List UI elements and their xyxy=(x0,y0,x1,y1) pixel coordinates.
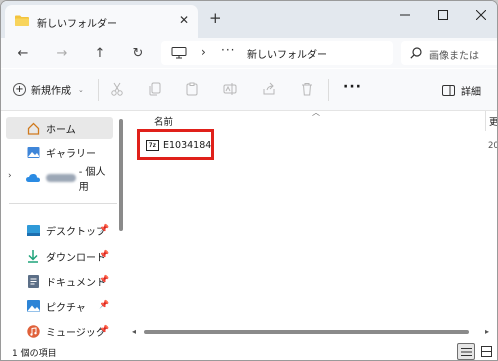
pin-icon: 📌 xyxy=(99,275,109,284)
tab-current-folder[interactable]: 新しいフォルダー ✕ xyxy=(5,5,198,38)
column-divider[interactable] xyxy=(485,111,486,131)
tab-close-button[interactable]: ✕ xyxy=(179,13,189,27)
tab-title: 新しいフォルダー xyxy=(37,19,117,30)
gallery-icon xyxy=(26,145,40,159)
address-row: ← → ↑ ↻ › ··· 新しいフォルダー 画像または xyxy=(1,38,497,68)
back-button[interactable]: ← xyxy=(14,44,32,62)
chevron-down-icon: ⌄ xyxy=(78,85,84,94)
sidebar-item-documents[interactable]: ドキュメント 📌 xyxy=(6,270,113,292)
divider xyxy=(328,79,329,101)
computer-icon xyxy=(171,47,187,59)
redacted-name xyxy=(46,174,76,182)
sidebar-divider xyxy=(9,203,117,204)
file-explorer-window: 新しいフォルダー ✕ + ← → ↑ ↻ › ··· 新しいフォルダー 画像また… xyxy=(0,0,498,361)
breadcrumb-current[interactable]: 新しいフォルダー xyxy=(247,46,327,61)
sidebar-item-music[interactable]: ミュージック 📌 xyxy=(6,320,113,342)
sidebar-item-label: ギャラリー xyxy=(46,148,96,160)
pictures-icon xyxy=(26,299,40,313)
breadcrumb-chevron[interactable]: › xyxy=(201,45,206,59)
delete-button[interactable] xyxy=(299,81,315,97)
sidebar-item-label: ドキュメント xyxy=(46,277,106,289)
new-tab-button[interactable]: + xyxy=(209,9,222,27)
sidebar-item-downloads[interactable]: ダウンロード 📌 xyxy=(6,245,113,267)
trash-icon xyxy=(302,83,312,96)
sidebar-item-desktop[interactable]: デスクトップ 📌 xyxy=(6,219,113,241)
more-options-button[interactable]: ··· xyxy=(343,79,362,95)
list-view-icon xyxy=(460,347,472,356)
share-button[interactable] xyxy=(261,81,277,97)
sidebar-item-onedrive[interactable]: - 個人用 xyxy=(6,167,113,193)
up-button[interactable]: ↑ xyxy=(91,44,109,62)
paste-icon xyxy=(186,82,198,96)
new-button-label: 新規作成 xyxy=(31,86,71,97)
column-header-modified[interactable]: 更 xyxy=(489,114,497,128)
paste-button[interactable] xyxy=(184,81,200,97)
cut-icon xyxy=(111,82,123,96)
copy-icon xyxy=(149,82,161,96)
navigation-pane: ホーム ギャラリー › - 個人用 デスクトップ 📌 ダウンロード 📌 ドキュメ… xyxy=(1,111,123,341)
sidebar-item-gallery[interactable]: ギャラリー xyxy=(6,141,113,163)
copy-button[interactable] xyxy=(147,81,163,97)
column-header-name[interactable]: 名前 xyxy=(154,114,173,128)
sidebar-item-pictures[interactable]: ピクチャ 📌 xyxy=(6,295,113,317)
sort-ascending-icon: ︿ xyxy=(312,108,320,117)
search-placeholder: 画像または xyxy=(429,51,479,62)
sidebar-item-label: ホーム xyxy=(46,124,76,136)
search-icon xyxy=(410,47,422,59)
minimize-icon xyxy=(400,14,410,16)
details-pane-icon xyxy=(442,85,455,96)
pin-icon: 📌 xyxy=(99,325,109,334)
details-pane-button[interactable]: 詳細 xyxy=(442,83,481,98)
close-icon xyxy=(476,10,486,20)
item-count: 1 個の項目 xyxy=(12,349,57,359)
annotation-highlight-box xyxy=(137,129,214,160)
breadcrumb-more[interactable]: ··· xyxy=(221,43,235,57)
details-view-button[interactable] xyxy=(457,343,475,360)
music-icon xyxy=(26,324,40,338)
cut-button[interactable] xyxy=(109,81,125,97)
rename-button[interactable] xyxy=(222,81,238,97)
sidebar-item-label: ピクチャ xyxy=(46,302,86,314)
pin-icon: 📌 xyxy=(99,250,109,259)
divider xyxy=(98,79,99,101)
pin-icon: 📌 xyxy=(99,224,109,233)
refresh-button[interactable]: ↻ xyxy=(129,44,147,62)
horizontal-scrollbar[interactable] xyxy=(144,330,469,334)
desktop-icon xyxy=(26,223,40,237)
sidebar-item-home[interactable]: ホーム xyxy=(6,117,113,139)
sidebar-item-label: - 個人用 xyxy=(78,167,106,193)
pin-icon: 📌 xyxy=(99,300,109,309)
tiles-view-icon xyxy=(480,346,492,357)
folder-icon xyxy=(15,15,29,26)
new-button[interactable]: + 新規作成 ⌄ xyxy=(13,82,84,97)
forward-button[interactable]: → xyxy=(53,44,71,62)
close-window-button[interactable] xyxy=(461,1,497,29)
scroll-right-arrow[interactable]: ▸ xyxy=(485,327,489,336)
documents-icon xyxy=(26,274,40,288)
scroll-left-arrow[interactable]: ◂ xyxy=(132,327,136,336)
tiles-view-button[interactable] xyxy=(477,343,495,360)
status-bar: 1 個の項目 xyxy=(1,341,497,360)
title-bar: 新しいフォルダー ✕ + xyxy=(1,1,497,38)
maximize-button[interactable] xyxy=(423,1,463,29)
share-icon xyxy=(263,82,275,95)
minimize-button[interactable] xyxy=(385,1,425,29)
plus-icon: + xyxy=(13,83,26,96)
rename-icon xyxy=(223,83,237,95)
sidebar-item-label: デスクトップ xyxy=(46,226,106,238)
address-bar[interactable]: › ··· 新しいフォルダー xyxy=(161,41,393,65)
search-box[interactable]: 画像または xyxy=(401,41,497,65)
sidebar-item-label: ダウンロード xyxy=(46,252,106,264)
maximize-icon xyxy=(438,10,448,20)
sidebar-item-label: ミュージック xyxy=(46,327,106,339)
home-icon xyxy=(26,121,40,135)
download-icon xyxy=(26,249,40,263)
file-modified-date: 20 xyxy=(488,141,498,151)
navigation-pane-scrollbar[interactable] xyxy=(119,119,123,231)
details-label: 詳細 xyxy=(461,87,481,98)
command-bar: + 新規作成 ⌄ ··· 詳細 xyxy=(1,69,497,111)
onedrive-icon xyxy=(26,171,40,185)
